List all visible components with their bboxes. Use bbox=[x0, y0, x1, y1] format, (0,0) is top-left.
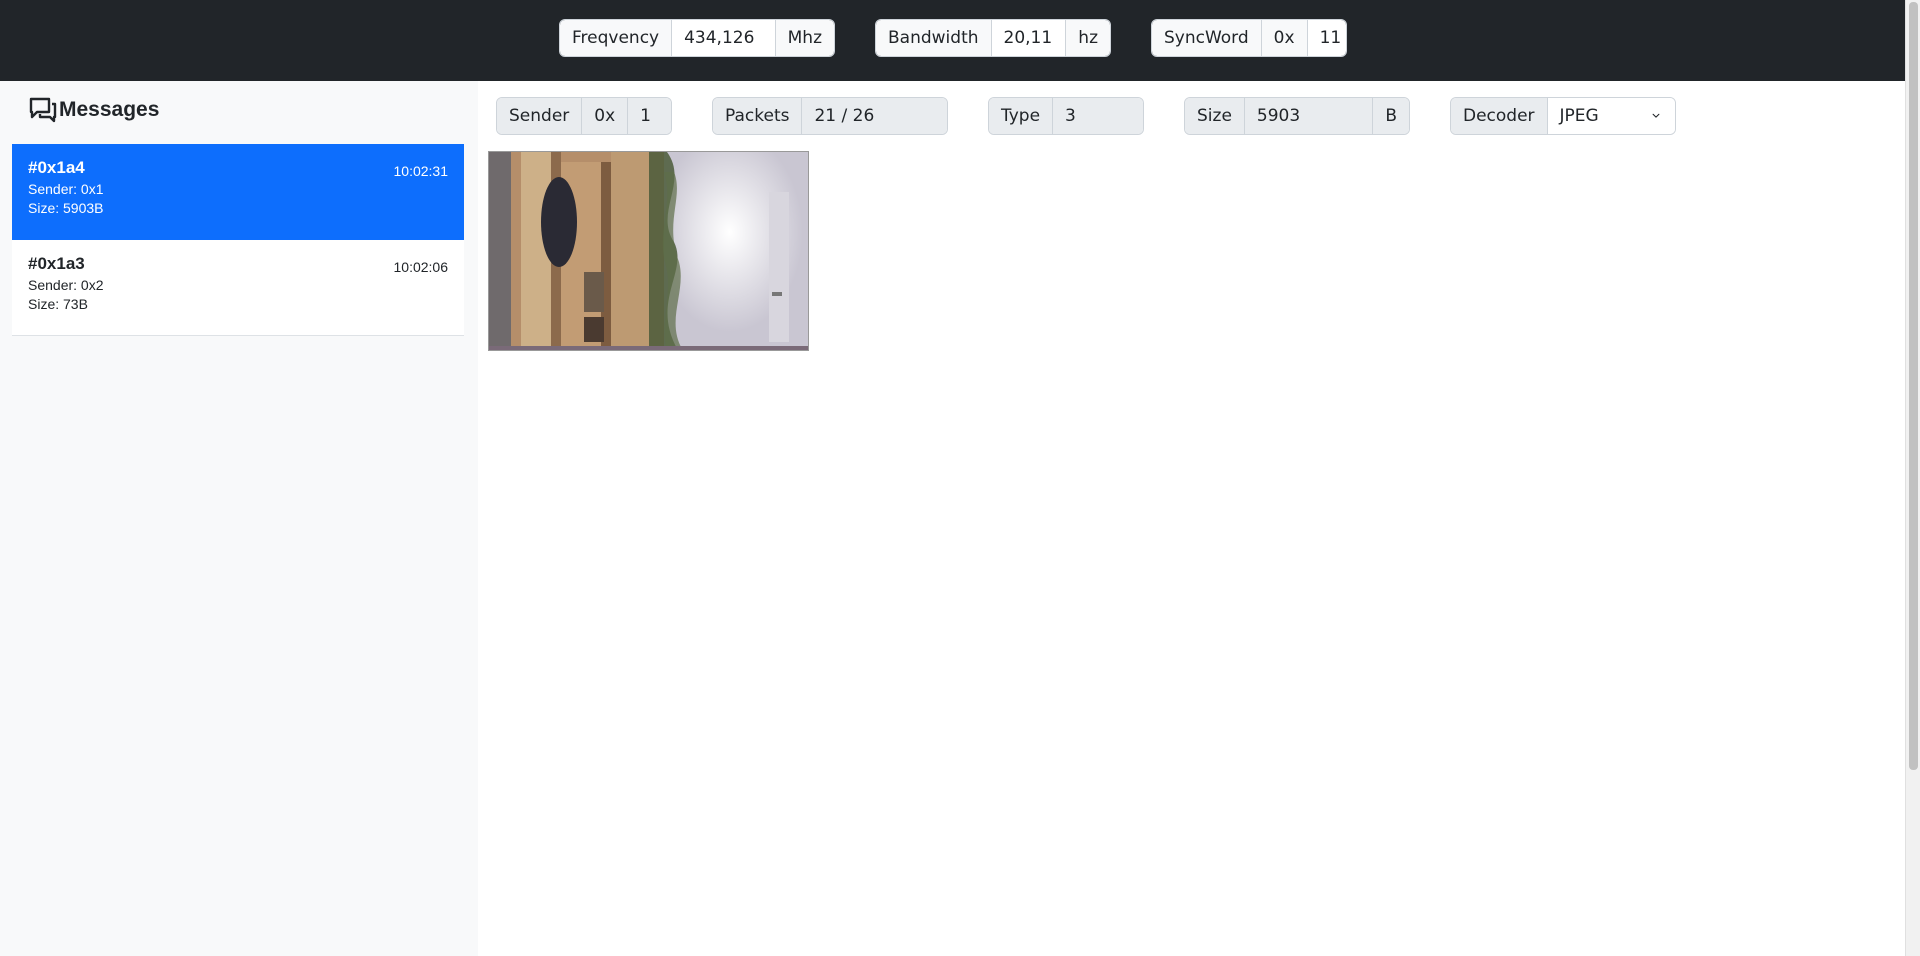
message-item[interactable]: #0x1a3 10:02:06 Sender: 0x2 Size: 73B bbox=[12, 240, 464, 336]
bandwidth-label: Bandwidth bbox=[876, 20, 992, 56]
packets-group: Packets 21 / 26 bbox=[712, 97, 948, 135]
size-group: Size 5903 B bbox=[1184, 97, 1410, 135]
message-sender: Sender: 0x1 bbox=[28, 181, 104, 197]
message-id: #0x1a4 bbox=[28, 158, 85, 177]
sender-prefix: 0x bbox=[582, 98, 629, 134]
bandwidth-input[interactable]: 20,11 bbox=[991, 20, 1067, 56]
message-size: Size: 5903B bbox=[28, 200, 104, 216]
frequency-label: Freqvency bbox=[560, 20, 673, 56]
packets-label: Packets bbox=[713, 98, 803, 134]
decoder-select[interactable]: JPEG bbox=[1547, 98, 1675, 134]
decoder-selected: JPEG bbox=[1559, 106, 1599, 126]
chevron-down-icon bbox=[1652, 113, 1660, 118]
chat-bubbles-icon bbox=[29, 97, 57, 123]
type-label: Type bbox=[989, 98, 1054, 134]
frequency-unit: Mhz bbox=[775, 20, 834, 56]
bandwidth-group: Bandwidth 20,11 hz bbox=[875, 19, 1111, 57]
message-time: 10:02:06 bbox=[393, 259, 449, 275]
messages-sidebar: Messages #0x1a4 10:02:31 Sender: 0x1 Siz… bbox=[0, 81, 478, 956]
decoder-label: Decoder bbox=[1451, 98, 1548, 134]
syncword-prefix: 0x bbox=[1261, 20, 1308, 56]
message-detail: Sender 0x 1 Packets 21 / 26 Type 3 Size … bbox=[478, 81, 1905, 956]
syncword-label: SyncWord bbox=[1152, 20, 1262, 56]
message-time: 10:02:31 bbox=[393, 163, 449, 179]
message-sender: Sender: 0x2 bbox=[28, 277, 104, 293]
message-id: #0x1a3 bbox=[28, 254, 85, 273]
bandwidth-unit: hz bbox=[1066, 20, 1110, 56]
scrollbar-thumb[interactable] bbox=[1909, 2, 1918, 770]
type-group: Type 3 bbox=[988, 97, 1144, 135]
type-value: 3 bbox=[1053, 98, 1143, 134]
messages-heading: Messages bbox=[29, 97, 159, 123]
packets-value: 21 / 26 bbox=[802, 98, 947, 134]
radio-settings-bar: Freqvency 434,126 Mhz Bandwidth 20,11 hz… bbox=[0, 0, 1905, 81]
size-value: 5903 bbox=[1244, 98, 1374, 134]
syncword-input[interactable]: 11 bbox=[1307, 20, 1346, 56]
message-list: #0x1a4 10:02:31 Sender: 0x1 Size: 5903B … bbox=[12, 144, 464, 336]
frequency-input[interactable]: 434,126 bbox=[672, 20, 776, 56]
syncword-group: SyncWord 0x 11 bbox=[1151, 19, 1347, 57]
sender-group: Sender 0x 1 bbox=[496, 97, 672, 135]
page-scrollbar[interactable] bbox=[1905, 0, 1920, 956]
size-label: Size bbox=[1185, 98, 1245, 134]
decoder-group: Decoder JPEG bbox=[1450, 97, 1676, 135]
message-size: Size: 73B bbox=[28, 296, 88, 312]
frequency-group: Freqvency 434,126 Mhz bbox=[559, 19, 835, 57]
messages-title: Messages bbox=[59, 98, 160, 121]
decoded-image-preview bbox=[488, 151, 809, 351]
message-item[interactable]: #0x1a4 10:02:31 Sender: 0x1 Size: 5903B bbox=[12, 144, 464, 240]
sender-value: 1 bbox=[628, 98, 671, 134]
decoded-image bbox=[489, 152, 808, 350]
sender-label: Sender bbox=[497, 98, 583, 134]
size-unit: B bbox=[1373, 98, 1409, 134]
